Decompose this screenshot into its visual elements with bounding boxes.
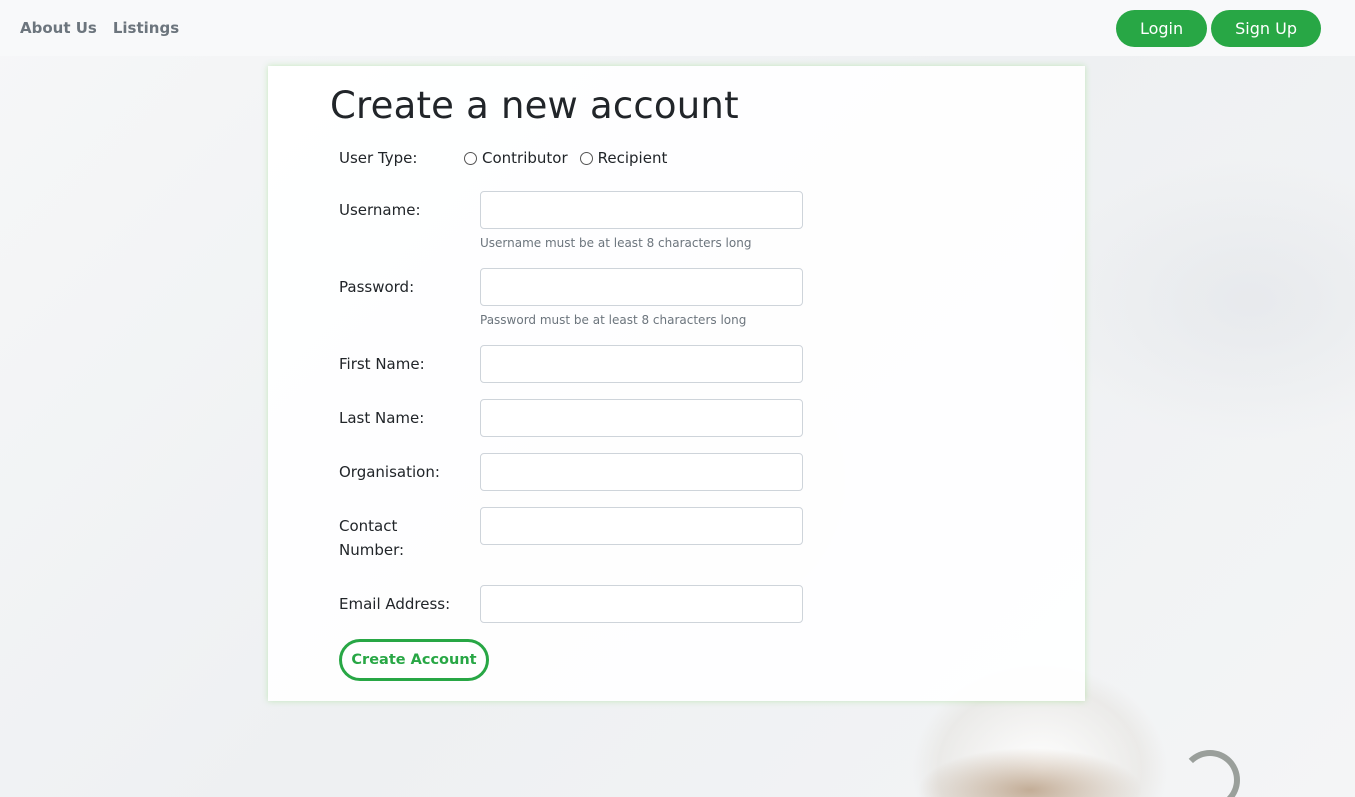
radio-recipient-label: Recipient — [597, 149, 668, 167]
username-help-text: Username must be at least 8 characters l… — [480, 236, 752, 250]
password-input[interactable] — [480, 268, 803, 306]
contact-number-label-line1: Contact — [339, 517, 398, 535]
radio-circle-icon[interactable] — [579, 151, 593, 165]
radio-contributor[interactable]: Contributor — [464, 146, 568, 170]
contact-number-input[interactable] — [480, 507, 803, 545]
email-address-input[interactable] — [480, 585, 803, 623]
nav-buttons: Login Sign Up — [1115, 9, 1321, 47]
first-name-input[interactable] — [480, 345, 803, 383]
login-button[interactable]: Login — [1115, 9, 1208, 47]
username-label: Username: — [339, 201, 421, 219]
create-account-card: Create a new account User Type: Contribu… — [268, 66, 1085, 701]
email-address-label: Email Address: — [339, 595, 451, 613]
organisation-label: Organisation: — [339, 463, 440, 481]
radio-circle-icon[interactable] — [464, 151, 477, 165]
create-account-button[interactable]: Create Account — [339, 639, 489, 681]
navbar: About Us Listings Login Sign Up — [0, 0, 1355, 56]
user-type-radio-group: Contributor Recipient — [464, 146, 679, 170]
nav-links: About Us Listings — [20, 19, 179, 37]
password-label: Password: — [339, 278, 415, 296]
user-type-label: User Type: — [339, 149, 418, 167]
contact-number-label-line2: Number: — [339, 541, 405, 559]
radio-recipient[interactable]: Recipient — [579, 146, 668, 170]
nav-link-listings[interactable]: Listings — [113, 19, 179, 37]
username-input[interactable] — [480, 191, 803, 229]
sign-up-button[interactable]: Sign Up — [1211, 9, 1321, 47]
page-title: Create a new account — [330, 84, 739, 127]
nav-link-about-us[interactable]: About Us — [20, 19, 97, 37]
radio-contributor-label: Contributor — [482, 149, 568, 167]
last-name-input[interactable] — [480, 399, 803, 437]
password-help-text: Password must be at least 8 characters l… — [480, 313, 747, 327]
organisation-input[interactable] — [480, 453, 803, 491]
first-name-label: First Name: — [339, 355, 425, 373]
last-name-label: Last Name: — [339, 409, 425, 427]
